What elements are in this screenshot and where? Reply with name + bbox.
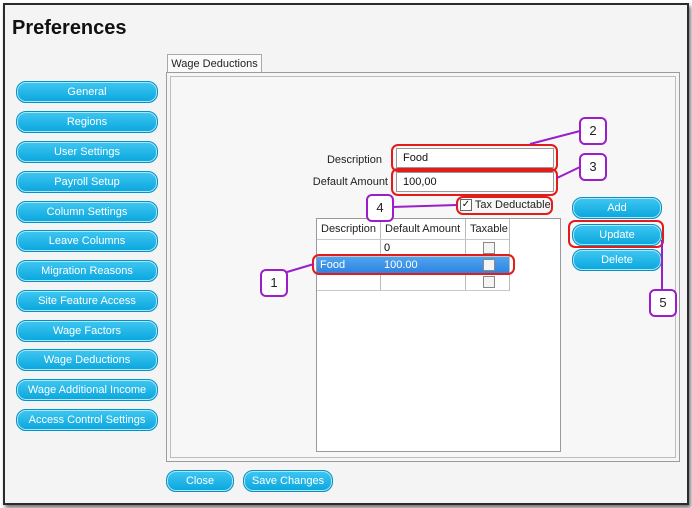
callout-4: 4 [366, 194, 394, 222]
callout-line-1 [286, 263, 315, 273]
callout-5: 5 [649, 289, 677, 317]
callout-connectors [286, 130, 663, 290]
callout-2: 2 [579, 117, 607, 145]
callout-line-4 [391, 204, 458, 208]
callout-3: 3 [579, 153, 607, 181]
callout-line-2 [529, 130, 581, 145]
callout-1: 1 [260, 269, 288, 297]
callout-line-3 [556, 166, 581, 179]
